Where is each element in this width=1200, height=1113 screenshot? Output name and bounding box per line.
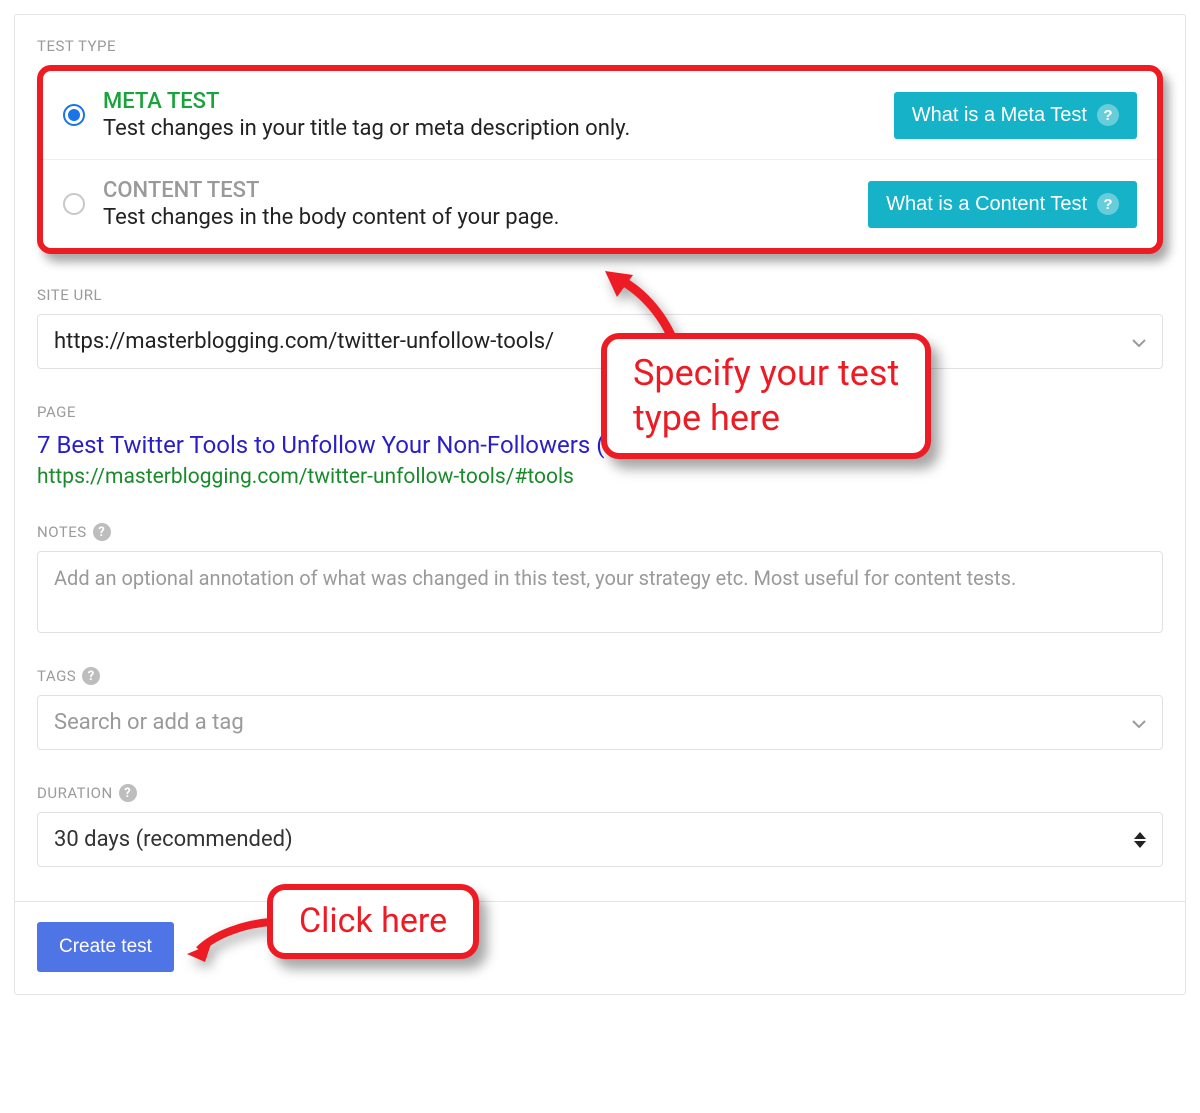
test-form-panel: TEST TYPE META TEST Test changes in your…: [14, 14, 1186, 995]
notes-textarea[interactable]: Add an optional annotation of what was c…: [37, 551, 1163, 633]
chevron-down-icon: [1132, 329, 1146, 354]
question-icon[interactable]: [93, 523, 111, 541]
content-test-info-button[interactable]: What is a Content Test: [868, 181, 1137, 228]
test-type-desc: Test changes in the body content of your…: [103, 205, 850, 230]
annotation-click-here: Click here: [267, 884, 479, 959]
annotation-specify-test-type: Specify your test type here: [601, 333, 931, 459]
test-type-desc: Test changes in your title tag or meta d…: [103, 116, 876, 141]
test-type-label: TEST TYPE: [37, 37, 1163, 55]
info-button-label: What is a Meta Test: [912, 104, 1087, 127]
radio-icon[interactable]: [63, 193, 85, 215]
tags-placeholder: Search or add a tag: [54, 710, 244, 735]
site-url-value: https://masterblogging.com/twitter-unfol…: [54, 329, 554, 354]
page-preview: 7 Best Twitter Tools to Unfollow Your No…: [37, 431, 1163, 489]
duration-label-text: DURATION: [37, 784, 113, 802]
question-icon[interactable]: [119, 784, 137, 802]
tags-label: TAGS: [37, 667, 1163, 685]
meta-test-info-button[interactable]: What is a Meta Test: [894, 92, 1137, 139]
create-test-button[interactable]: Create test: [37, 922, 174, 972]
radio-icon[interactable]: [63, 104, 85, 126]
arrow-icon: [185, 914, 275, 964]
notes-label: NOTES: [37, 523, 1163, 541]
test-type-group: META TEST Test changes in your title tag…: [37, 65, 1163, 254]
duration-select[interactable]: 30 days (recommended): [37, 812, 1163, 867]
test-type-option-content[interactable]: CONTENT TEST Test changes in the body co…: [43, 159, 1157, 248]
tags-label-text: TAGS: [37, 667, 76, 685]
notes-placeholder: Add an optional annotation of what was c…: [54, 566, 1016, 590]
form-footer: Create test Click here: [15, 901, 1185, 994]
question-icon: [1097, 104, 1119, 126]
test-type-option-meta[interactable]: META TEST Test changes in your title tag…: [43, 71, 1157, 159]
duration-label: DURATION: [37, 784, 1163, 802]
info-button-label: What is a Content Test: [886, 193, 1087, 216]
chevron-down-icon: [1132, 710, 1146, 735]
page-label: PAGE: [37, 403, 1163, 421]
test-type-title: META TEST: [103, 89, 876, 114]
question-icon: [1097, 193, 1119, 215]
sort-icon: [1134, 832, 1146, 848]
notes-label-text: NOTES: [37, 523, 87, 541]
test-type-title: CONTENT TEST: [103, 178, 850, 203]
page-url: https://masterblogging.com/twitter-unfol…: [37, 465, 1163, 489]
page-title-link[interactable]: 7 Best Twitter Tools to Unfollow Your No…: [37, 431, 1163, 459]
tags-select[interactable]: Search or add a tag: [37, 695, 1163, 750]
duration-value: 30 days (recommended): [54, 827, 293, 852]
test-type-text: META TEST Test changes in your title tag…: [103, 89, 876, 141]
test-type-text: CONTENT TEST Test changes in the body co…: [103, 178, 850, 230]
question-icon[interactable]: [82, 667, 100, 685]
